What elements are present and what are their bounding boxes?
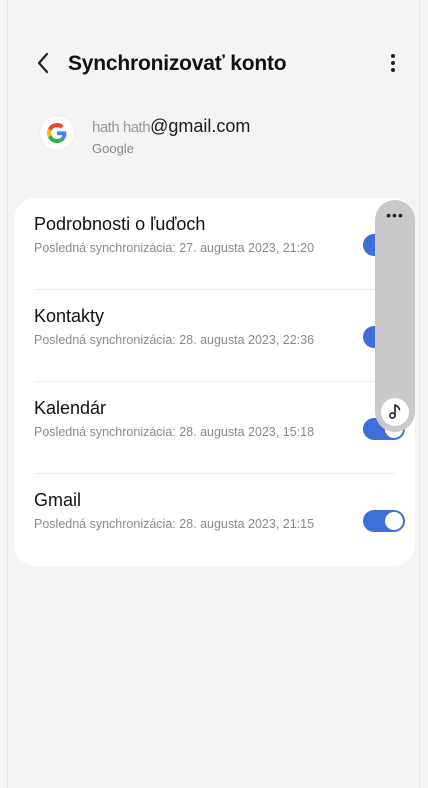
more-options-button[interactable] (381, 46, 405, 80)
edge-panel-handle[interactable]: ••• (375, 200, 415, 432)
sync-item-subtitle: Posledná synchronizácia: 28. augusta 202… (34, 333, 315, 347)
sync-item-subtitle: Posledná synchronizácia: 27. augusta 202… (34, 241, 315, 255)
chevron-left-icon (37, 52, 49, 74)
sync-item-contacts[interactable]: Kontakty Posledná synchronizácia: 28. au… (14, 290, 415, 382)
account-email-prefix: hath hath (92, 119, 151, 136)
sync-item-subtitle: Posledná synchronizácia: 28. augusta 202… (34, 425, 315, 439)
account-email: hath hath@gmail.com (92, 116, 250, 137)
sync-item-gmail[interactable]: Gmail Posledná synchronizácia: 28. augus… (14, 474, 415, 566)
google-logo-icon (40, 116, 74, 150)
sync-item-calendar[interactable]: Kalendár Posledná synchronizácia: 28. au… (14, 382, 415, 474)
more-vertical-icon (391, 54, 395, 72)
sync-item-subtitle: Posledná synchronizácia: 28. augusta 202… (34, 517, 315, 531)
sync-item-title: Podrobnosti o ľuďoch (34, 214, 206, 234)
app-bar: Synchronizovať konto (8, 40, 419, 88)
account-info: hath hath@gmail.com Google (8, 108, 419, 164)
sync-items-card: Podrobnosti o ľuďoch Posledná synchroniz… (14, 198, 415, 566)
back-button[interactable] (28, 46, 58, 80)
page-title: Synchronizovať konto (68, 52, 287, 75)
account-email-domain: @gmail.com (150, 116, 251, 136)
sync-item-title: Gmail (34, 490, 82, 510)
sync-item-title: Kontakty (34, 306, 105, 326)
sync-item-people-details[interactable]: Podrobnosti o ľuďoch Posledná synchroniz… (14, 198, 415, 290)
sync-item-title: Kalendár (34, 398, 107, 418)
music-note-icon[interactable] (381, 398, 409, 426)
more-horizontal-icon[interactable]: ••• (375, 208, 415, 222)
screen: Synchronizovať konto hath hath@gmail.com… (7, 0, 420, 788)
account-type: Google (92, 141, 134, 156)
sync-toggle-gmail[interactable] (363, 510, 405, 532)
